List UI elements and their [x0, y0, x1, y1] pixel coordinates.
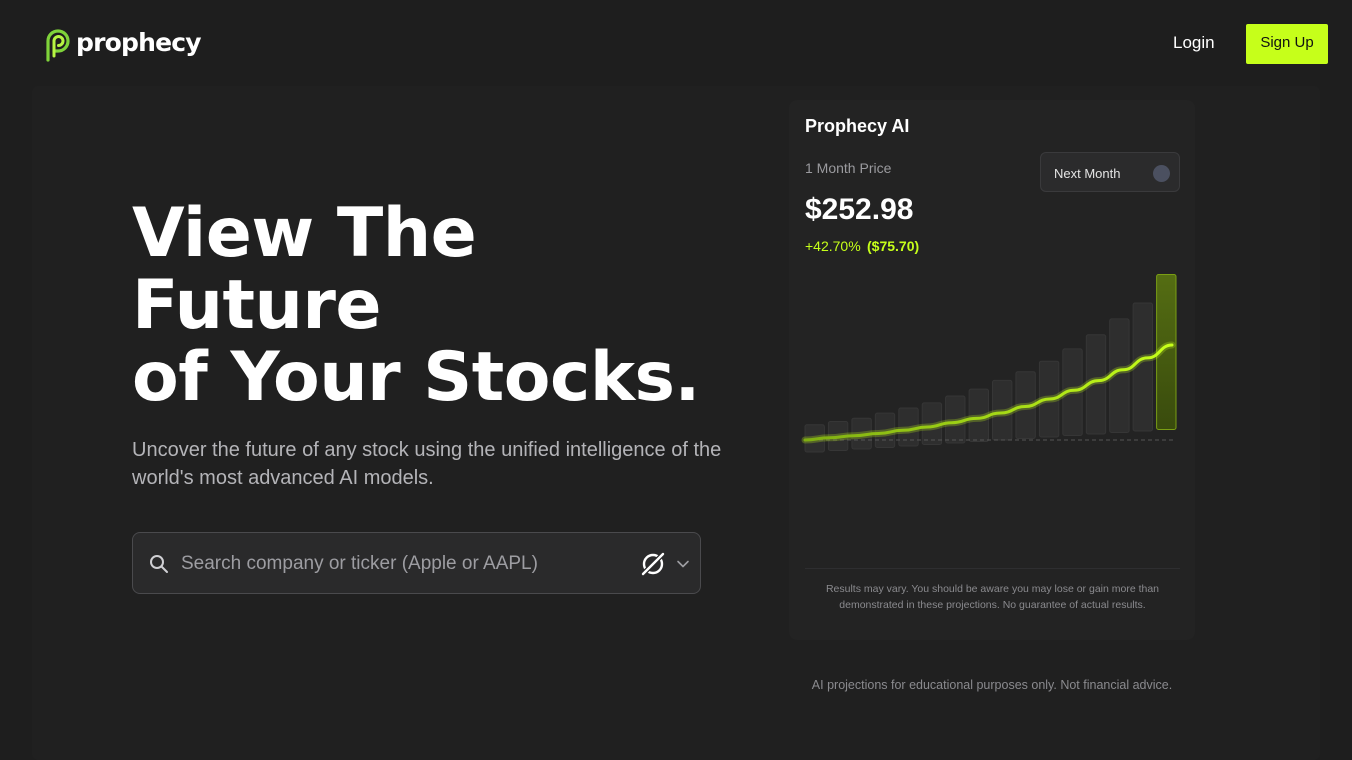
footnote-text: AI projections for educational purposes …	[811, 678, 1173, 692]
search-icon	[150, 555, 168, 573]
hero-title-line-2: Future	[132, 266, 382, 345]
ai-model-icon[interactable]	[639, 550, 667, 578]
chevron-down-icon[interactable]	[676, 557, 690, 571]
site-header: prophecy Login Sign Up	[0, 0, 1352, 86]
hero-title-line-1: View The	[132, 194, 477, 273]
toggle-label: Next Month	[1054, 166, 1121, 181]
hero-subtitle: Uncover the future of any stock using th…	[132, 439, 722, 489]
hero-title-line-3: of Your Stocks.	[132, 338, 700, 417]
hero-title: View The Future of Your Stocks.	[132, 198, 752, 414]
disclaimer-text: Results may vary. You should be aware yo…	[825, 583, 1160, 611]
stock-search[interactable]	[132, 532, 701, 594]
signup-button[interactable]: Sign Up	[1246, 24, 1328, 64]
login-link[interactable]: Login	[1173, 33, 1215, 53]
change-amount: ($75.70)	[867, 238, 920, 254]
predicted-price: $252.98	[805, 193, 914, 226]
card-title: Prophecy AI	[805, 116, 910, 136]
toggle-switch[interactable]	[1153, 165, 1170, 182]
period-label: 1 Month Price	[805, 160, 892, 176]
projection-chart	[801, 274, 1177, 453]
prophecy-logo-icon	[46, 29, 70, 62]
card-divider	[805, 568, 1180, 569]
change-percent: +42.70%	[805, 238, 861, 254]
brand-logo[interactable]: prophecy	[44, 26, 202, 62]
search-input[interactable]	[181, 547, 621, 581]
period-toggle[interactable]: Next Month	[1040, 152, 1180, 192]
brand-name: prophecy	[76, 27, 202, 57]
